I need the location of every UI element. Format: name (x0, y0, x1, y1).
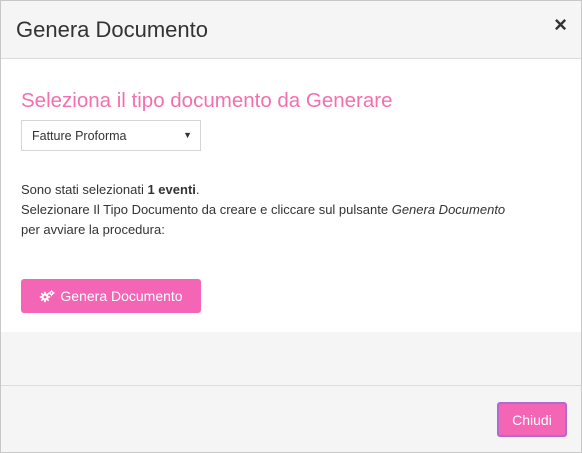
info-line-1: Sono stati selezionati 1 eventi. (21, 180, 505, 200)
document-type-select[interactable]: Fatture Proforma ▼ (21, 120, 201, 151)
caret-down-icon: ▼ (183, 130, 192, 140)
selected-count: 1 eventi (147, 182, 196, 197)
genera-documento-button[interactable]: Genera Documento (21, 279, 201, 313)
info-line-2-prefix: Selezionare Il Tipo Documento da creare … (21, 202, 392, 217)
button-reference: Genera Documento (391, 202, 506, 217)
info-line-3: per avviare la procedura: (21, 222, 165, 237)
genera-documento-modal: Genera Documento × Seleziona il tipo doc… (0, 0, 582, 453)
cogs-icon (39, 289, 56, 303)
genera-documento-label: Genera Documento (60, 288, 183, 304)
info-line-1-prefix: Sono stati selezionati (21, 182, 148, 197)
modal-title: Genera Documento (16, 17, 208, 42)
chiudi-button[interactable]: Chiudi (497, 402, 567, 437)
section-title: Seleziona il tipo documento da Generare (21, 89, 393, 112)
close-icon[interactable]: × (554, 14, 567, 36)
info-text: Sono stati selezionati 1 eventi. Selezio… (21, 180, 505, 240)
info-line-1-suffix: . (195, 182, 200, 197)
modal-body: Seleziona il tipo documento da Generare … (1, 59, 581, 332)
modal-footer: Chiudi (1, 385, 581, 452)
select-value: Fatture Proforma (32, 129, 127, 143)
modal-header: Genera Documento × (1, 1, 581, 59)
info-line-2: Selezionare Il Tipo Documento da creare … (21, 200, 505, 220)
